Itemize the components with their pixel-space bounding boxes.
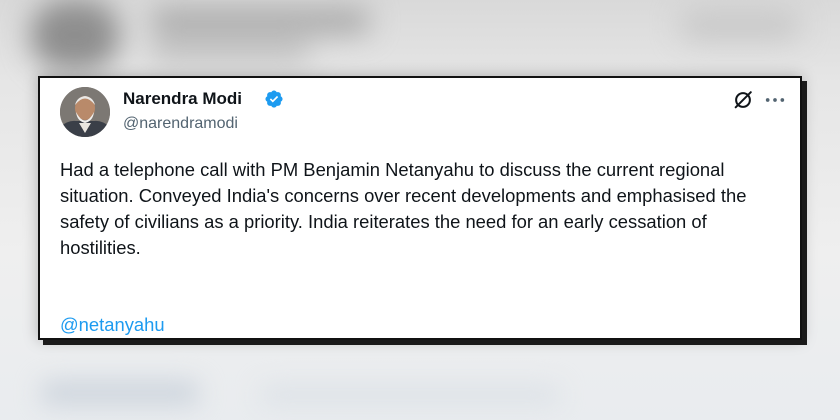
tweet-card: Narendra Modi @narendramodi Had a teleph… (38, 76, 802, 340)
more-options-icon[interactable] (764, 90, 786, 110)
avatar[interactable] (60, 87, 110, 137)
blurred-background-bottom (0, 355, 840, 420)
grok-icon[interactable] (732, 89, 754, 111)
blurred-background-top (0, 0, 840, 75)
author-name[interactable]: Narendra Modi (123, 89, 242, 109)
author-handle[interactable]: @narendramodi (123, 115, 238, 133)
mention-link[interactable]: @netanyahu (60, 314, 165, 336)
tweet-text: Had a telephone call with PM Benjamin Ne… (60, 159, 747, 258)
verified-badge-icon (265, 90, 283, 108)
avatar-image (60, 87, 110, 137)
